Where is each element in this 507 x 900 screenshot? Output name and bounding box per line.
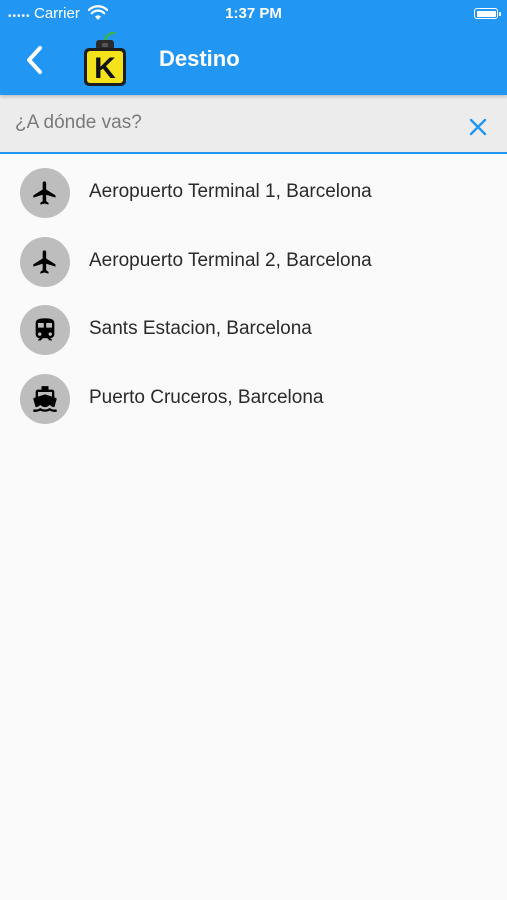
- battery-icon: [474, 8, 501, 19]
- logo-letter: K: [94, 52, 116, 85]
- list-item-label: Aeropuerto Terminal 2, Barcelona: [89, 249, 372, 271]
- list-item[interactable]: Puerto Cruceros, Barcelona: [0, 364, 507, 433]
- search-bar: [0, 95, 507, 154]
- list-item-label: Aeropuerto Terminal 1, Barcelona: [89, 181, 372, 202]
- app-logo: K: [84, 32, 126, 86]
- app-bar: ••••• Carrier 1:37 PM K Destino: [0, 0, 507, 95]
- list-item-label: Puerto Cruceros, Barcelona: [89, 386, 324, 408]
- ship-icon: [20, 373, 70, 424]
- page-title: Destino: [159, 46, 240, 71]
- plane-icon: [20, 168, 70, 218]
- list-item[interactable]: Aeropuerto Terminal 2, Barcelona: [0, 227, 507, 296]
- train-icon: [20, 305, 70, 355]
- search-input[interactable]: [15, 105, 455, 141]
- list-item[interactable]: Sants Estacion, Barcelona: [0, 295, 507, 364]
- list-item-label: Sants Estacion, Barcelona: [89, 318, 312, 339]
- plane-icon: [20, 236, 70, 287]
- status-time: 1:37 PM: [225, 5, 282, 22]
- close-icon[interactable]: [465, 114, 491, 140]
- list-item[interactable]: Aeropuerto Terminal 1, Barcelona: [0, 158, 507, 227]
- back-arrow-icon[interactable]: [20, 42, 52, 78]
- status-bar: ••••• Carrier 1:37 PM: [0, 0, 507, 26]
- destination-list: Aeropuerto Terminal 1, Barcelona Aeropue…: [0, 158, 507, 432]
